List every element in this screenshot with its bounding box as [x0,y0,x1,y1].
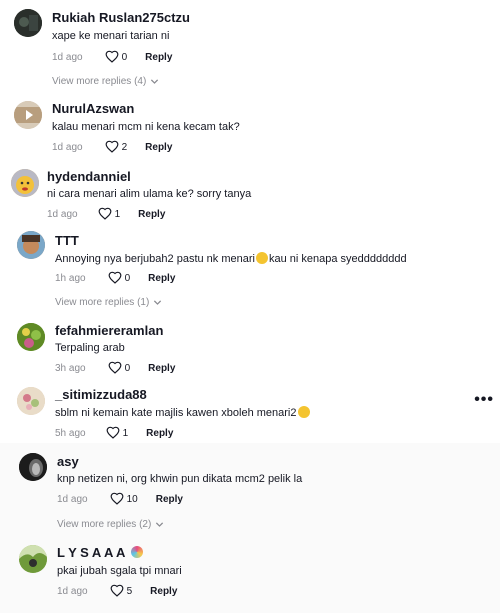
like-button[interactable]: 2 [105,140,128,154]
comment-text: pkai jubah sgala tpi mnari [57,565,182,577]
comment-text-part: sblm ni kemain kate majlis kawen xboleh … [55,407,297,419]
comment-text: Annoying nya berjubah2 pastu nk menari ka… [55,252,407,265]
view-more-label: View more replies (1) [55,297,150,308]
heart-icon [108,271,122,284]
view-more-label: View more replies (4) [52,76,147,87]
crying-face-emoji-icon [255,252,268,264]
like-button[interactable]: 1 [98,207,121,221]
like-count: 0 [124,362,131,374]
username[interactable]: hydendanniel [47,169,131,184]
avatar[interactable] [11,169,39,197]
timestamp: 1d ago [57,585,88,597]
like-button[interactable]: 0 [105,50,128,64]
comment-text: xape ke menari tarian ni [52,30,170,42]
avatar[interactable] [19,453,47,481]
timestamp: 1h ago [55,272,86,284]
reply-button[interactable]: Reply [148,273,175,284]
like-button[interactable]: 0 [108,361,131,375]
timestamp: 5h ago [55,427,86,439]
comment-text-part: Annoying nya berjubah2 pastu nk menari [55,253,255,265]
chevron-down-icon [154,300,162,305]
username[interactable]: asy [57,454,79,469]
reply-button[interactable]: Reply [156,494,183,505]
avatar[interactable] [17,387,45,415]
avatar[interactable] [14,101,42,129]
comment-text: sblm ni kemain kate majlis kawen xboleh … [55,406,311,419]
like-button[interactable]: 10 [110,492,138,506]
like-count: 5 [126,585,133,597]
like-button[interactable]: 0 [108,271,131,285]
heart-icon [110,584,124,597]
like-count: 1 [122,427,129,439]
reply-button[interactable]: Reply [138,209,165,220]
like-count: 2 [121,141,128,153]
reply-button[interactable]: Reply [145,52,172,63]
username-text: L Y S A A A [57,545,125,560]
reply-button[interactable]: Reply [146,428,173,439]
avatar[interactable] [14,9,42,37]
like-button[interactable]: 5 [110,584,133,598]
heart-icon [110,492,124,505]
view-more-replies[interactable]: View more replies (1) [55,297,162,308]
like-count: 1 [114,208,121,220]
timestamp: 1d ago [47,208,78,220]
timestamp: 3h ago [55,362,86,374]
avatar[interactable] [17,323,45,351]
heart-icon [105,140,119,153]
reply-button[interactable]: Reply [150,586,177,597]
comment-text: Terpaling arab [55,342,125,354]
heart-icon [98,207,112,220]
comment-text: kalau menari mcm ni kena kecam tak? [52,121,240,133]
timestamp: 1d ago [57,493,88,505]
username[interactable]: fefahmiereramlan [55,323,163,338]
comment-text: knp netizen ni, org khwin pun dikata mcm… [57,473,303,485]
avatar[interactable] [19,545,47,573]
view-more-label: View more replies (2) [57,519,152,530]
username[interactable]: L Y S A A A [57,545,143,560]
heart-icon [105,50,119,63]
like-button[interactable]: 1 [106,426,129,440]
heart-icon [108,361,122,374]
timestamp: 1d ago [52,51,83,63]
lollipop-emoji-icon [130,546,143,558]
like-count: 10 [126,493,138,505]
like-count: 0 [121,51,128,63]
reply-button[interactable]: Reply [148,363,175,374]
view-more-replies[interactable]: View more replies (2) [57,519,164,530]
reply-button[interactable]: Reply [145,142,172,153]
more-options-icon[interactable]: ••• [474,391,494,409]
timestamp: 1d ago [52,141,83,153]
chevron-down-icon [156,522,164,527]
avatar[interactable] [17,231,45,259]
username[interactable]: NurulAzswan [52,101,134,116]
comment-text-part: kau ni kenapa syedddddddd [268,253,407,265]
like-count: 0 [124,272,131,284]
heart-icon [106,426,120,439]
comment-text: ni cara menari alim ulama ke? sorry tany… [47,188,252,200]
username[interactable]: Rukiah Ruslan275ctzu [52,10,190,25]
thinking-face-emoji-icon [297,406,310,418]
view-more-replies[interactable]: View more replies (4) [52,76,159,87]
username[interactable]: TTT [55,233,79,248]
username[interactable]: _sitimizzuda88 [55,387,147,402]
chevron-down-icon [151,79,159,84]
